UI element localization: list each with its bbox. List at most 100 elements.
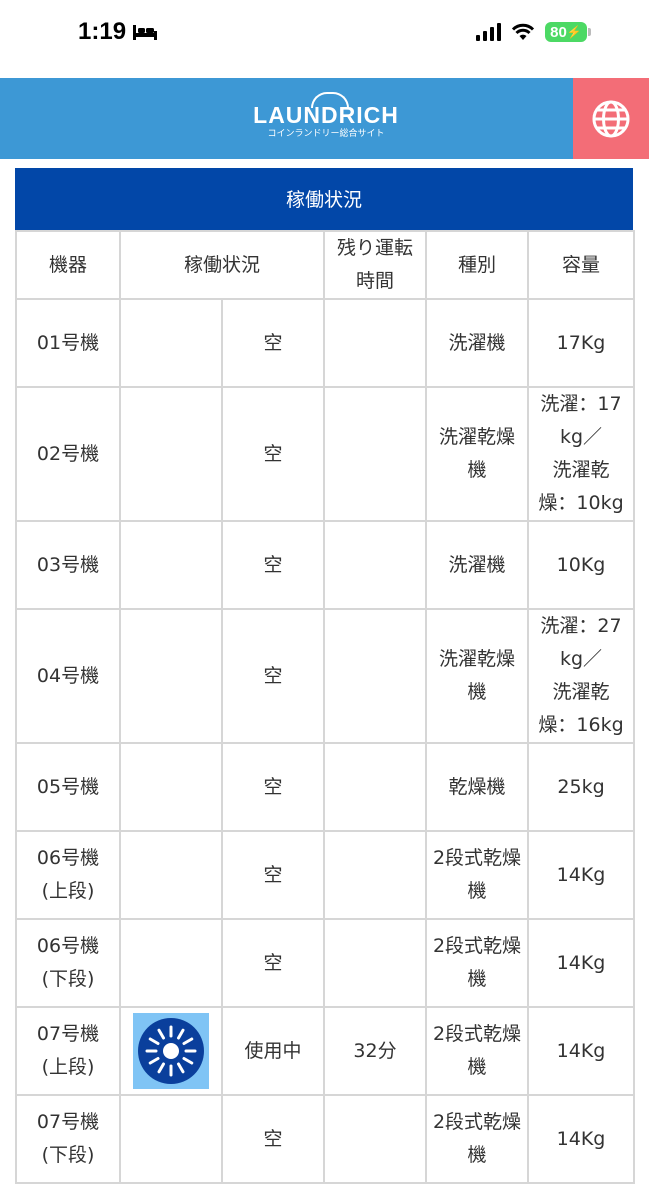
table-row: 06号機 (上段) 空 2段式乾燥機 14Kg <box>15 830 636 920</box>
wifi-icon <box>511 23 535 40</box>
table-row: 07号機 (上段) 使用中 32分 2段式乾燥機 14Kg <box>15 1006 636 1096</box>
header-remaining-time: 残り運転 時間 <box>323 230 428 300</box>
machine-capacity: 14Kg <box>556 1127 606 1150</box>
machine-cell: 01号機 <box>15 298 121 388</box>
globe-icon <box>592 100 630 137</box>
machine-cell: 07号機 (上段) <box>15 1006 121 1096</box>
machine-type: 2段式乾燥 <box>432 1023 522 1045</box>
machine-type: 機 <box>467 459 487 481</box>
status-icon-cell <box>119 298 223 388</box>
machine-name: 06号機 <box>36 935 100 957</box>
machine-capacity: 燥：10kg <box>538 492 624 514</box>
remaining-time-cell <box>323 608 428 744</box>
logo-subtitle: コインランドリー総合サイト <box>267 129 385 139</box>
machine-capacity: 洗濯乾 <box>552 681 610 703</box>
type-cell: 乾燥機 <box>425 742 530 832</box>
drum-spinning-icon <box>133 1013 209 1089</box>
bed-icon <box>133 25 158 40</box>
table-header-row: 機器 稼働状況 残り運転 時間 種別 容量 <box>15 230 636 300</box>
capacity-cell: 14Kg <box>527 1094 636 1184</box>
machine-name: (下段) <box>41 968 95 990</box>
machine-name: 03号機 <box>36 553 100 576</box>
status-indicators: 80 ⚡ <box>476 22 591 42</box>
status-cell: 空 <box>220 742 326 832</box>
status-icon-cell <box>119 608 223 744</box>
machine-name: (下段) <box>41 1144 95 1166</box>
table-row: 06号機 (下段) 空 2段式乾燥機 14Kg <box>15 918 636 1008</box>
machine-type: 2段式乾燥 <box>432 847 522 869</box>
machine-cell: 07号機 (下段) <box>15 1094 121 1184</box>
type-cell: 洗濯乾燥機 <box>425 608 530 744</box>
machine-capacity: kg／ <box>559 648 603 670</box>
type-cell: 2段式乾燥機 <box>425 830 530 920</box>
capacity-cell: 洗濯：17 kg／ 洗濯乾燥：10kg <box>527 386 636 522</box>
table-row: 03号機 空 洗濯機 10Kg <box>15 520 636 610</box>
machine-capacity: 洗濯：27 <box>540 615 622 637</box>
table-row: 04号機空洗濯乾燥機洗濯：27 kg／ 洗濯乾 燥：16kg <box>15 608 636 744</box>
header-remaining-line2: 時間 <box>356 270 395 292</box>
logo-arc-icon <box>311 92 349 108</box>
machine-capacity: 14Kg <box>556 863 606 886</box>
status-cell: 空 <box>220 918 326 1008</box>
machine-type: 2段式乾燥 <box>432 935 522 957</box>
remaining-time-cell <box>323 386 428 522</box>
cellular-signal-icon <box>476 23 501 41</box>
capacity-cell: 洗濯：27 kg／ 洗濯乾 燥：16kg <box>527 608 636 744</box>
status-cell: 空 <box>220 298 326 388</box>
machine-name: 06号機 <box>36 847 100 869</box>
remaining-time-cell <box>323 298 428 388</box>
machine-capacity: 洗濯乾 <box>552 459 610 481</box>
status-icon-cell <box>119 1006 223 1096</box>
remaining-time-cell: 32分 <box>323 1006 428 1096</box>
table-row: 02号機 空洗濯乾燥機洗濯：17 kg／ 洗濯乾燥：10kg <box>15 386 636 522</box>
machine-name: 02号機 <box>36 442 100 465</box>
status-icon-cell <box>119 520 223 610</box>
remaining-time-cell <box>323 520 428 610</box>
remaining-time-cell <box>323 1094 428 1184</box>
machine-name: 05号機 <box>36 775 100 798</box>
type-cell: 洗濯機 <box>425 298 530 388</box>
machine-cell: 05号機 <box>15 742 121 832</box>
type-cell: 2段式乾燥機 <box>425 918 530 1008</box>
machine-name: 01号機 <box>36 331 100 354</box>
machine-capacity: kg／ <box>559 426 603 448</box>
machine-status-table: 機器 稼働状況 残り運転 時間 種別 容量 01号機空洗濯機 17Kg 02号機空洗… <box>15 230 636 1184</box>
header-capacity: 容量 <box>527 230 636 300</box>
remaining-time-cell <box>323 918 428 1008</box>
status-bar: 1:19 80 ⚡ <box>0 0 649 70</box>
machine-type: 洗濯機 <box>448 331 506 354</box>
status-icon-cell <box>119 1094 223 1184</box>
machine-name: 04号機 <box>36 664 100 687</box>
machine-capacity: 10Kg <box>556 553 606 576</box>
capacity-cell: 25kg <box>527 742 636 832</box>
machine-capacity: 14Kg <box>556 1039 606 1062</box>
machine-capacity: 14Kg <box>556 951 606 974</box>
remaining-time-cell <box>323 742 428 832</box>
machine-type: 乾燥機 <box>448 775 506 798</box>
language-globe-button[interactable] <box>573 78 649 159</box>
status-cell: 空 <box>220 386 326 522</box>
machine-capacity: 17Kg <box>556 331 606 354</box>
status-cell: 空 <box>220 1094 326 1184</box>
battery-level: 80 <box>550 23 567 41</box>
table-row: 05号機 空 乾燥機 25kg <box>15 742 636 832</box>
machine-cell: 06号機 (下段) <box>15 918 121 1008</box>
type-cell: 洗濯乾燥機 <box>425 386 530 522</box>
machine-cell: 04号機 <box>15 608 121 744</box>
capacity-cell: 14Kg <box>527 1006 636 1096</box>
machine-name: (上段) <box>41 880 95 902</box>
status-icon-cell <box>119 742 223 832</box>
machine-type: 機 <box>467 1056 487 1078</box>
site-logo[interactable]: LAUNDRICH コインランドリー総合サイト <box>241 92 411 148</box>
status-icon-cell <box>119 830 223 920</box>
table-row: 01号機 空 洗濯機 17Kg <box>15 298 636 388</box>
machine-name: (上段) <box>41 1056 95 1078</box>
status-cell: 空 <box>220 608 326 744</box>
capacity-cell: 17Kg <box>527 298 636 388</box>
status-cell: 使用中 <box>220 1006 326 1096</box>
machine-cell: 06号機 (上段) <box>15 830 121 920</box>
header-status: 稼働状況 <box>118 230 326 300</box>
machine-capacity: 洗濯：17 <box>540 393 622 415</box>
remaining-time-cell <box>323 830 428 920</box>
table-body: 01号機空洗濯機 17Kg 02号機空洗濯乾燥機洗濯：17 kg／ 洗濯乾 燥：10kg 0… <box>15 298 636 1184</box>
